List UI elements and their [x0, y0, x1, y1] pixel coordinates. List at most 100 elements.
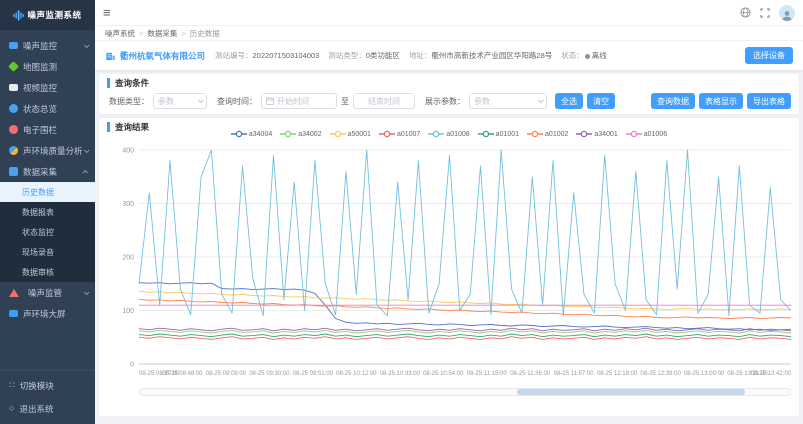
- sidebar-item-status-overview[interactable]: 状态总览: [0, 98, 95, 119]
- x-axis-label: 08-25 09:51:00: [293, 371, 334, 377]
- logout-button[interactable]: ○ 退出系统: [0, 397, 95, 420]
- select-device-button[interactable]: 选择设备: [745, 47, 793, 64]
- x-axis-label: 08-25 11:15:00: [467, 371, 508, 377]
- table-view-button[interactable]: 表格显示: [699, 93, 743, 109]
- x-axis-label: 08-25 12:18:00: [597, 371, 638, 377]
- app-root: 噪声监测系统 噪声监控 地图监测 视频监控 状态总览 电子围栏: [0, 0, 803, 424]
- sidebar-item-electronic-fence[interactable]: 电子围栏: [0, 119, 95, 140]
- sidebar-item-video[interactable]: 视频监控: [0, 77, 95, 98]
- legend-marker-icon: [576, 130, 592, 138]
- sidebar-menu: 噪声监控 地图监测 视频监控 状态总览 电子围栏 声环境质量分析: [0, 30, 95, 324]
- station-building-icon: [105, 50, 116, 61]
- chevron-down-icon: [84, 147, 90, 153]
- sidebar-item-noise-monitor[interactable]: 噪声监控: [0, 35, 95, 56]
- switch-module-button[interactable]: ∷ 切换模块: [0, 374, 95, 397]
- select-all-button[interactable]: 全选: [555, 93, 583, 109]
- legend-item-a01006[interactable]: a01006: [626, 130, 667, 138]
- legend-label: a01001: [496, 131, 519, 138]
- legend-label: a01007: [397, 131, 420, 138]
- station-name: 衢州杭氧气体有限公司: [120, 50, 205, 62]
- language-globe-icon[interactable]: [740, 7, 751, 18]
- x-axis-label: 08-25 10:33:00: [380, 371, 421, 377]
- x-axis-label: 08-25 10:12:00: [336, 371, 377, 377]
- clear-button[interactable]: 清空: [587, 93, 615, 109]
- series-line-a50001: [139, 291, 791, 310]
- menu-toggle-icon[interactable]: ≡: [103, 6, 111, 19]
- legend-label: a01002: [545, 131, 568, 138]
- sidebar-item-big-screen[interactable]: 声环境大屏: [0, 303, 95, 324]
- data-type-select[interactable]: 参数: [153, 93, 207, 109]
- legend-item-a34001[interactable]: a34001: [576, 130, 617, 138]
- x-axis-label: 08-25 13:42:00: [751, 371, 792, 377]
- legend-marker-icon: [379, 130, 395, 138]
- breadcrumb-separator: >: [181, 29, 185, 38]
- legend-label: a34001: [594, 131, 617, 138]
- sidebar-item-data-report[interactable]: 数据报表: [0, 202, 95, 222]
- sidebar-item-field-recording[interactable]: 现场录音: [0, 242, 95, 262]
- station-info-bar: 衢州杭氧气体有限公司 测站编号：2022071503104003 测站类型：0类…: [95, 41, 803, 70]
- datazoom-thumb[interactable]: [517, 389, 745, 395]
- user-avatar[interactable]: [779, 5, 795, 21]
- legend-item-a01001[interactable]: a01001: [478, 130, 519, 138]
- sidebar-item-map[interactable]: 地图监测: [0, 56, 95, 77]
- sidebar: 噪声监测系统 噪声监控 地图监测 视频监控 状态总览 电子围栏: [0, 0, 95, 424]
- analysis-icon: [9, 146, 18, 155]
- fence-icon: [9, 125, 18, 134]
- display-param-select[interactable]: 参数: [469, 93, 547, 109]
- legend-marker-icon: [330, 130, 346, 138]
- query-data-button[interactable]: 查询数据: [651, 93, 695, 109]
- y-axis-label: 100: [122, 308, 134, 315]
- legend-item-a50001[interactable]: a50001: [330, 130, 371, 138]
- legend-item-a34004[interactable]: a34004: [231, 130, 272, 138]
- x-axis-label: 08-25 08:48:00: [162, 371, 203, 377]
- grid-icon: ∷: [9, 381, 15, 390]
- x-axis-label: 08-25 13:00:00: [684, 371, 725, 377]
- start-time-input[interactable]: 开始时间: [261, 93, 337, 109]
- data-collect-icon: [9, 167, 18, 176]
- chevron-down-icon: [538, 97, 544, 103]
- legend-item-a01002[interactable]: a01002: [527, 130, 568, 138]
- chart-plot: 010020030040008-25 08:27:0008-25 08:48:0…: [99, 144, 799, 384]
- sidebar-item-sound-analysis[interactable]: 声环境质量分析: [0, 140, 95, 161]
- video-camera-icon: [9, 84, 18, 91]
- x-axis-label: 08-25 12:39:00: [640, 371, 681, 377]
- sound-wave-icon: [13, 10, 24, 21]
- app-title: 噪声监测系统: [27, 9, 81, 21]
- series-line-a34004: [139, 283, 791, 331]
- sidebar-item-data-audit[interactable]: 数据审核: [0, 262, 95, 282]
- sidebar-footer: ∷ 切换模块 ○ 退出系统: [0, 370, 95, 420]
- map-icon: [8, 61, 19, 72]
- display-param-label: 展示参数：: [425, 96, 465, 107]
- breadcrumb-separator: >: [139, 29, 143, 38]
- calendar-icon: [266, 97, 274, 105]
- chevron-down-icon: [84, 289, 90, 295]
- query-conditions-card: 查询条件 数据类型： 参数 查询时间： 开始时间 至 结束时间 展示参数： 参数…: [99, 74, 799, 114]
- chevron-up-icon: [82, 169, 88, 175]
- series-line-a01001: [139, 334, 791, 337]
- data-collect-submenu: 历史数据 数据报表 状态监控 现场录音 数据审核: [0, 182, 95, 282]
- query-controls: 数据类型： 参数 查询时间： 开始时间 至 结束时间 展示参数： 参数 全选 清…: [99, 88, 799, 109]
- legend-item-a01007[interactable]: a01007: [379, 130, 420, 138]
- legend-marker-icon: [280, 130, 296, 138]
- sidebar-item-noise-supervise[interactable]: 噪声监管: [0, 282, 95, 303]
- legend-item-a34002[interactable]: a34002: [280, 130, 321, 138]
- legend-marker-icon: [527, 130, 543, 138]
- y-axis-label: 200: [122, 255, 134, 262]
- datazoom-slider[interactable]: [139, 388, 791, 396]
- breadcrumb: 噪声系统 > 数据采集 > 历史数据: [95, 26, 803, 41]
- sidebar-item-status-monitor[interactable]: 状态监控: [0, 222, 95, 242]
- breadcrumb-item-system[interactable]: 噪声系统: [105, 28, 135, 39]
- end-time-input[interactable]: 结束时间: [353, 93, 415, 109]
- legend-label: a01006: [644, 131, 667, 138]
- warning-triangle-icon: [9, 289, 19, 297]
- fullscreen-icon[interactable]: [760, 8, 770, 18]
- power-icon: ○: [9, 404, 14, 413]
- legend-marker-icon: [428, 130, 444, 138]
- sidebar-item-data-collect[interactable]: 数据采集: [0, 161, 95, 182]
- export-table-button[interactable]: 导出表格: [747, 93, 791, 109]
- sidebar-item-history-data[interactable]: 历史数据: [0, 182, 95, 202]
- station-type: 测站类型：0类功能区: [328, 50, 400, 61]
- breadcrumb-item-data-collect[interactable]: 数据采集: [147, 28, 177, 39]
- legend-marker-icon: [478, 130, 494, 138]
- legend-item-a01008[interactable]: a01008: [428, 130, 469, 138]
